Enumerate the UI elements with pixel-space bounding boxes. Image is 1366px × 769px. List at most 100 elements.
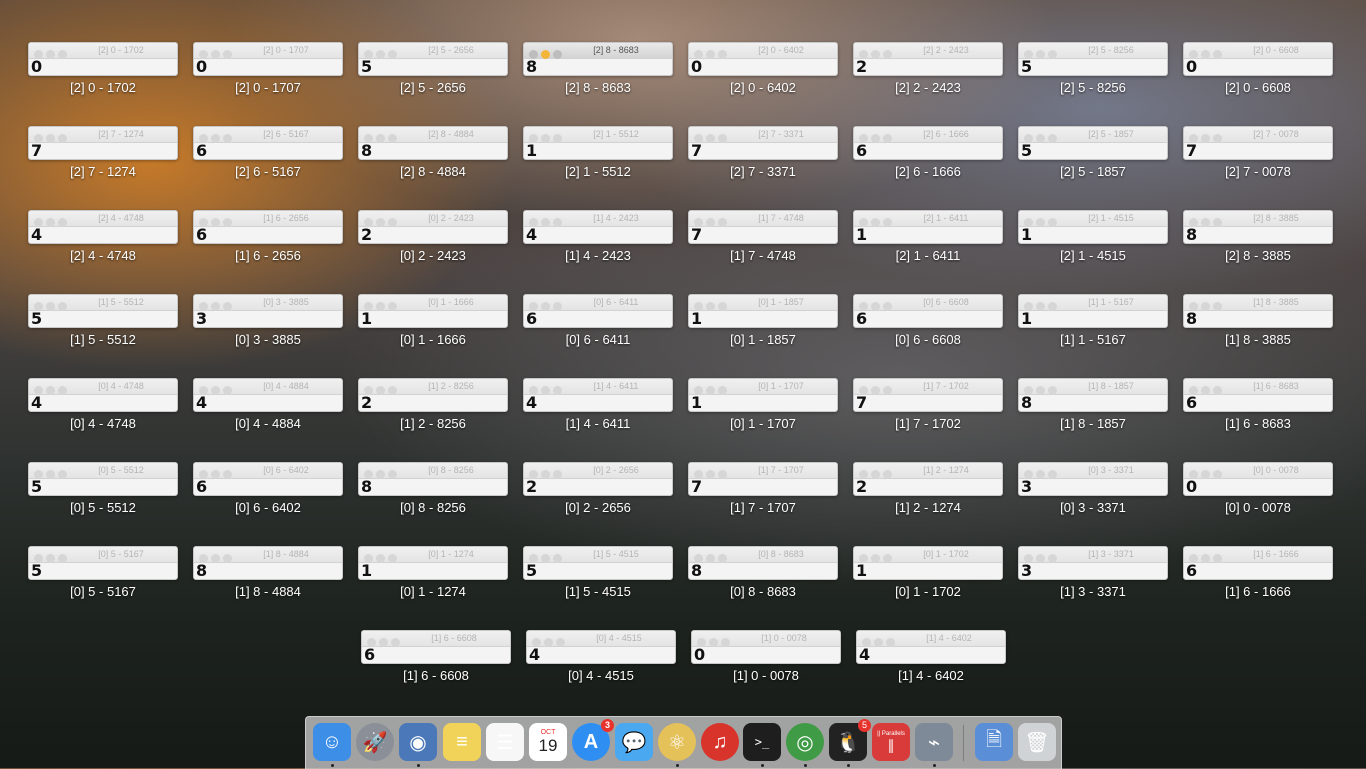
window-frame[interactable]: [1] 3 - 3371 3 xyxy=(1018,546,1168,580)
window-thumbnail[interactable]: [1] 6 - 2656 6 [1] 6 - 2656 xyxy=(193,210,343,280)
window-thumbnail[interactable]: [2] 6 - 5167 6 [2] 6 - 5167 xyxy=(193,126,343,196)
window-thumbnail[interactable]: [2] 7 - 3371 7 [2] 7 - 3371 xyxy=(688,126,838,196)
window-thumbnail[interactable]: [1] 3 - 3371 3 [1] 3 - 3371 xyxy=(1018,546,1168,616)
window-frame[interactable]: [0] 1 - 1666 1 xyxy=(358,294,508,328)
atom-icon[interactable]: ⚛ xyxy=(658,723,696,767)
window-thumbnail[interactable]: [2] 5 - 2656 5 [2] 5 - 2656 xyxy=(358,42,508,112)
window-thumbnail[interactable]: [0] 1 - 1857 1 [0] 1 - 1857 xyxy=(688,294,838,364)
window-frame[interactable]: [2] 5 - 1857 5 xyxy=(1018,126,1168,160)
window-frame[interactable]: [0] 6 - 6411 6 xyxy=(523,294,673,328)
window-frame[interactable]: [0] 2 - 2656 2 xyxy=(523,462,673,496)
window-frame[interactable]: [0] 1 - 1707 1 xyxy=(688,378,838,412)
window-thumbnail[interactable]: [0] 6 - 6402 6 [0] 6 - 6402 xyxy=(193,462,343,532)
window-thumbnail[interactable]: [1] 6 - 8683 6 [1] 6 - 8683 xyxy=(1183,378,1333,448)
window-thumbnail[interactable]: [1] 2 - 8256 2 [1] 2 - 8256 xyxy=(358,378,508,448)
window-frame[interactable]: [1] 8 - 1857 8 xyxy=(1018,378,1168,412)
window-frame[interactable]: [1] 4 - 6402 4 xyxy=(856,630,1006,664)
reminders-icon[interactable]: ☰ xyxy=(486,723,524,761)
chrome-icon[interactable]: ◎ xyxy=(786,723,824,767)
window-thumbnail[interactable]: [2] 4 - 4748 4 [2] 4 - 4748 xyxy=(28,210,178,280)
window-thumbnail[interactable]: [2] 8 - 8683 8 [2] 8 - 8683 xyxy=(523,42,673,112)
window-thumbnail[interactable]: [2] 0 - 1707 0 [2] 0 - 1707 xyxy=(193,42,343,112)
window-frame[interactable]: [2] 8 - 4884 8 xyxy=(358,126,508,160)
window-frame[interactable]: [2] 0 - 1702 0 xyxy=(28,42,178,76)
network-utility-icon[interactable]: ◉ xyxy=(399,723,437,767)
window-thumbnail[interactable]: [0] 5 - 5167 5 [0] 5 - 5167 xyxy=(28,546,178,616)
window-thumbnail[interactable]: [0] 8 - 8683 8 [0] 8 - 8683 xyxy=(688,546,838,616)
window-thumbnail[interactable]: [1] 6 - 1666 6 [1] 6 - 1666 xyxy=(1183,546,1333,616)
window-thumbnail[interactable]: [1] 2 - 1274 2 [1] 2 - 1274 xyxy=(853,462,1003,532)
window-thumbnail[interactable]: [1] 7 - 1707 7 [1] 7 - 1707 xyxy=(688,462,838,532)
netease-music-icon[interactable]: ♫ xyxy=(701,723,739,761)
window-thumbnail[interactable]: [0] 1 - 1702 1 [0] 1 - 1702 xyxy=(853,546,1003,616)
launchpad-icon[interactable]: 🚀 xyxy=(356,723,394,761)
window-frame[interactable]: [1] 7 - 4748 7 xyxy=(688,210,838,244)
window-frame[interactable]: [2] 8 - 8683 8 xyxy=(523,42,673,76)
window-thumbnail[interactable]: [0] 0 - 0078 0 [0] 0 - 0078 xyxy=(1183,462,1333,532)
window-frame[interactable]: [1] 2 - 1274 2 xyxy=(853,462,1003,496)
window-frame[interactable]: [2] 0 - 6402 0 xyxy=(688,42,838,76)
window-thumbnail[interactable]: [2] 1 - 4515 1 [2] 1 - 4515 xyxy=(1018,210,1168,280)
window-frame[interactable]: [0] 8 - 8256 8 xyxy=(358,462,508,496)
window-frame[interactable]: [1] 6 - 1666 6 xyxy=(1183,546,1333,580)
window-thumbnail[interactable]: [1] 4 - 6411 4 [1] 4 - 6411 xyxy=(523,378,673,448)
window-thumbnail[interactable]: [0] 2 - 2423 2 [0] 2 - 2423 xyxy=(358,210,508,280)
window-frame[interactable]: [1] 2 - 8256 2 xyxy=(358,378,508,412)
window-frame[interactable]: [0] 0 - 0078 0 xyxy=(1183,462,1333,496)
window-thumbnail[interactable]: [2] 7 - 0078 7 [2] 7 - 0078 xyxy=(1183,126,1333,196)
window-thumbnail[interactable]: [2] 0 - 6402 0 [2] 0 - 6402 xyxy=(688,42,838,112)
window-frame[interactable]: [0] 3 - 3885 3 xyxy=(193,294,343,328)
window-thumbnail[interactable]: [1] 8 - 4884 8 [1] 8 - 4884 xyxy=(193,546,343,616)
finder-icon[interactable]: ☺ xyxy=(313,723,351,767)
window-frame[interactable]: [2] 7 - 1274 7 xyxy=(28,126,178,160)
qq-icon[interactable]: 🐧 5 xyxy=(829,719,871,767)
window-frame[interactable]: [1] 4 - 2423 4 xyxy=(523,210,673,244)
window-frame[interactable]: [0] 6 - 6402 6 xyxy=(193,462,343,496)
window-frame[interactable]: [2] 1 - 6411 1 xyxy=(853,210,1003,244)
window-frame[interactable]: [0] 2 - 2423 2 xyxy=(358,210,508,244)
window-frame[interactable]: [0] 4 - 4884 4 xyxy=(193,378,343,412)
window-frame[interactable]: [1] 0 - 0078 0 xyxy=(691,630,841,664)
window-thumbnail[interactable]: [0] 4 - 4884 4 [0] 4 - 4884 xyxy=(193,378,343,448)
calendar-icon[interactable]: OCT 19 xyxy=(529,723,567,761)
window-thumbnail[interactable]: [0] 8 - 8256 8 [0] 8 - 8256 xyxy=(358,462,508,532)
notes-icon[interactable]: ≡ xyxy=(443,723,481,761)
window-frame[interactable]: [0] 1 - 1857 1 xyxy=(688,294,838,328)
window-frame[interactable]: [1] 8 - 3885 8 xyxy=(1183,294,1333,328)
window-frame[interactable]: [2] 1 - 5512 1 xyxy=(523,126,673,160)
window-thumbnail[interactable]: [1] 6 - 6608 6 [1] 6 - 6608 xyxy=(361,630,511,700)
window-frame[interactable]: [1] 8 - 4884 8 xyxy=(193,546,343,580)
window-frame[interactable]: [2] 0 - 6608 0 xyxy=(1183,42,1333,76)
window-thumbnail[interactable]: [0] 1 - 1274 1 [0] 1 - 1274 xyxy=(358,546,508,616)
window-frame[interactable]: [2] 6 - 5167 6 xyxy=(193,126,343,160)
window-thumbnail[interactable]: [0] 1 - 1666 1 [0] 1 - 1666 xyxy=(358,294,508,364)
window-thumbnail[interactable]: [2] 6 - 1666 6 [2] 6 - 1666 xyxy=(853,126,1003,196)
window-thumbnail[interactable]: [0] 6 - 6411 6 [0] 6 - 6411 xyxy=(523,294,673,364)
window-frame[interactable]: [0] 5 - 5512 5 xyxy=(28,462,178,496)
window-frame[interactable]: [1] 6 - 2656 6 xyxy=(193,210,343,244)
window-thumbnail[interactable]: [2] 8 - 3885 8 [2] 8 - 3885 xyxy=(1183,210,1333,280)
window-frame[interactable]: [2] 8 - 3885 8 xyxy=(1183,210,1333,244)
window-frame[interactable]: [1] 6 - 6608 6 xyxy=(361,630,511,664)
window-frame[interactable]: [1] 1 - 5167 1 xyxy=(1018,294,1168,328)
window-thumbnail[interactable]: [1] 5 - 4515 5 [1] 5 - 4515 xyxy=(523,546,673,616)
window-frame[interactable]: [1] 6 - 8683 6 xyxy=(1183,378,1333,412)
window-thumbnail[interactable]: [1] 1 - 5167 1 [1] 1 - 5167 xyxy=(1018,294,1168,364)
window-thumbnail[interactable]: [0] 3 - 3371 3 [0] 3 - 3371 xyxy=(1018,462,1168,532)
window-frame[interactable]: [1] 7 - 1702 7 xyxy=(853,378,1003,412)
window-thumbnail[interactable]: [0] 6 - 6608 6 [0] 6 - 6608 xyxy=(853,294,1003,364)
window-frame[interactable]: [1] 5 - 5512 5 xyxy=(28,294,178,328)
window-frame[interactable]: [1] 4 - 6411 4 xyxy=(523,378,673,412)
window-frame[interactable]: [2] 1 - 4515 1 xyxy=(1018,210,1168,244)
window-frame[interactable]: [2] 4 - 4748 4 xyxy=(28,210,178,244)
window-frame[interactable]: [2] 2 - 2423 2 xyxy=(853,42,1003,76)
window-thumbnail[interactable]: [2] 1 - 6411 1 [2] 1 - 6411 xyxy=(853,210,1003,280)
window-frame[interactable]: [1] 7 - 1707 7 xyxy=(688,462,838,496)
window-thumbnail[interactable]: [2] 2 - 2423 2 [2] 2 - 2423 xyxy=(853,42,1003,112)
parallels-icon[interactable]: || Parallels ∥ xyxy=(872,723,910,761)
window-thumbnail[interactable]: [1] 7 - 1702 7 [1] 7 - 1702 xyxy=(853,378,1003,448)
window-thumbnail[interactable]: [0] 3 - 3885 3 [0] 3 - 3885 xyxy=(193,294,343,364)
window-thumbnail[interactable]: [0] 4 - 4748 4 [0] 4 - 4748 xyxy=(28,378,178,448)
window-thumbnail[interactable]: [2] 7 - 1274 7 [2] 7 - 1274 xyxy=(28,126,178,196)
window-thumbnail[interactable]: [2] 8 - 4884 8 [2] 8 - 4884 xyxy=(358,126,508,196)
